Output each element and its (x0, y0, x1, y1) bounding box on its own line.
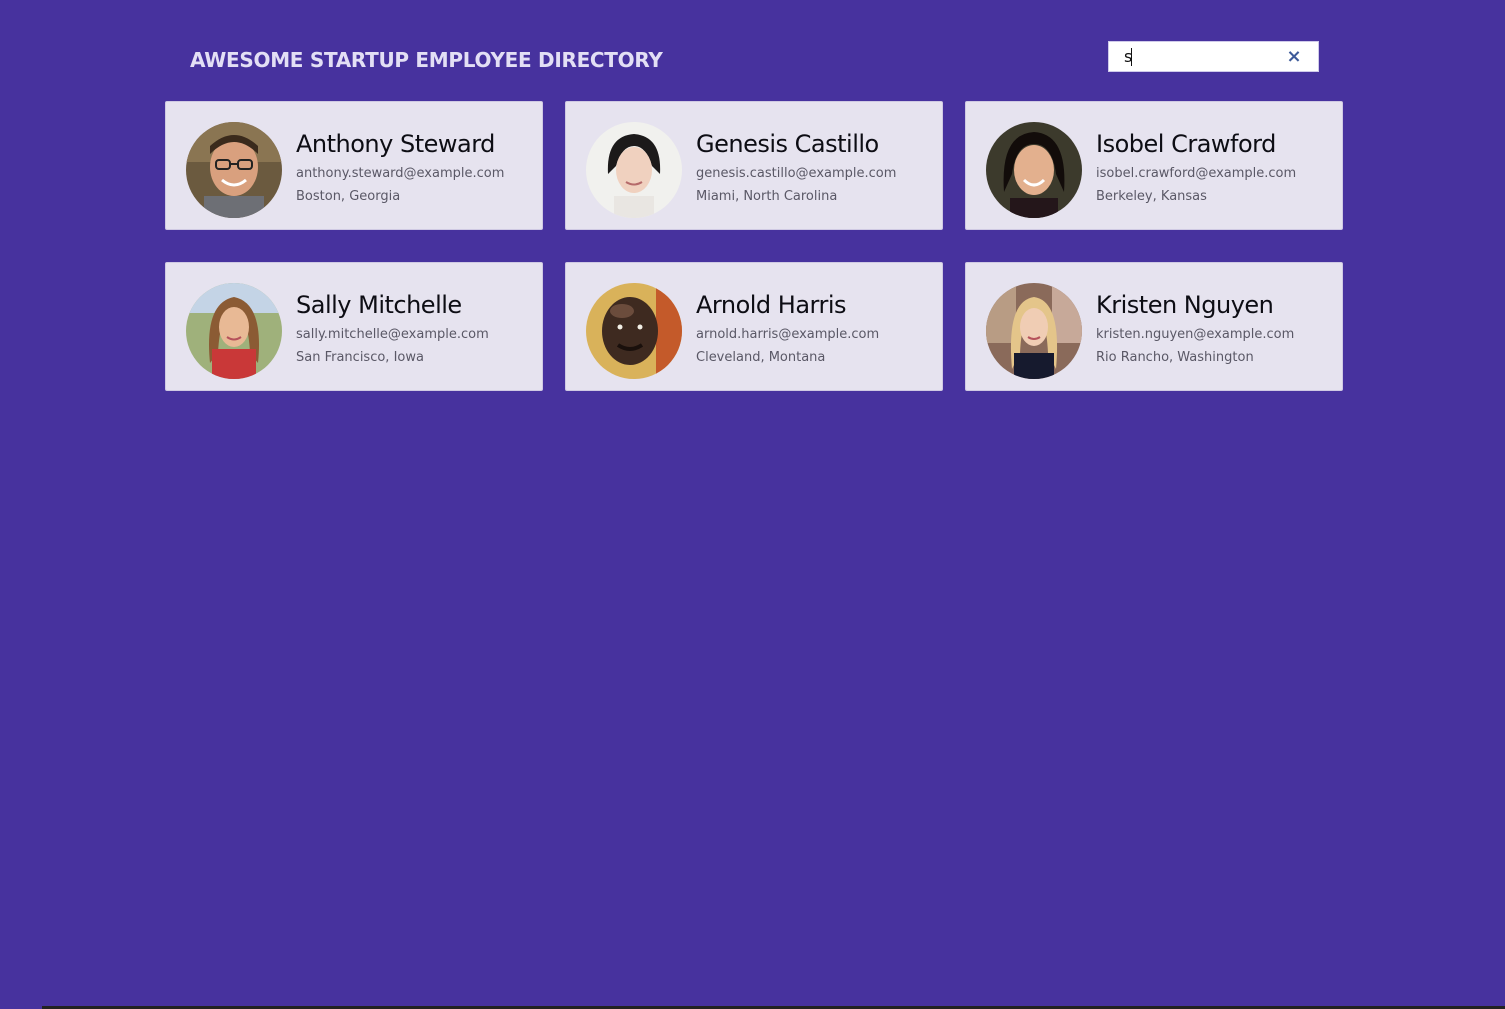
employee-email: isobel.crawford@example.com (1096, 166, 1297, 181)
employee-location: Boston, Georgia (296, 189, 401, 204)
employee-name: Sally Mitchelle (296, 291, 462, 319)
employee-email: anthony.steward@example.com (296, 166, 505, 181)
employee-card[interactable]: Kristen Nguyen kristen.nguyen@example.co… (965, 262, 1343, 391)
employee-avatar (586, 283, 682, 379)
page-title: AWESOME STARTUP EMPLOYEE DIRECTORY (190, 48, 663, 72)
employee-location: Cleveland, Montana (696, 350, 826, 365)
employee-card[interactable]: Anthony Steward anthony.steward@example.… (165, 101, 543, 230)
employee-avatar (986, 283, 1082, 379)
employee-card[interactable]: Sally Mitchelle sally.mitchelle@example.… (165, 262, 543, 391)
employee-card[interactable]: Arnold Harris arnold.harris@example.com … (565, 262, 943, 391)
employee-location: San Francisco, Iowa (296, 350, 424, 365)
employee-email: sally.mitchelle@example.com (296, 327, 489, 342)
employee-email: kristen.nguyen@example.com (1096, 327, 1295, 342)
employee-name: Kristen Nguyen (1096, 291, 1274, 319)
employee-name: Arnold Harris (696, 291, 847, 319)
search-input[interactable] (1109, 42, 1294, 71)
employee-location: Berkeley, Kansas (1096, 189, 1207, 204)
employee-card[interactable]: Genesis Castillo genesis.castillo@exampl… (565, 101, 943, 230)
employee-location: Rio Rancho, Washington (1096, 350, 1254, 365)
employee-name: Isobel Crawford (1096, 130, 1276, 158)
employee-email: genesis.castillo@example.com (696, 166, 897, 181)
employee-avatar (986, 122, 1082, 218)
employee-name: Genesis Castillo (696, 130, 879, 158)
employee-avatar (186, 283, 282, 379)
employee-name: Anthony Steward (296, 130, 495, 158)
clear-search-icon[interactable]: × (1285, 48, 1303, 66)
employee-avatar (586, 122, 682, 218)
employee-email: arnold.harris@example.com (696, 327, 880, 342)
employee-card[interactable]: Isobel Crawford isobel.crawford@example.… (965, 101, 1343, 230)
employee-location: Miami, North Carolina (696, 189, 838, 204)
employee-avatar (186, 122, 282, 218)
text-caret (1131, 48, 1132, 66)
